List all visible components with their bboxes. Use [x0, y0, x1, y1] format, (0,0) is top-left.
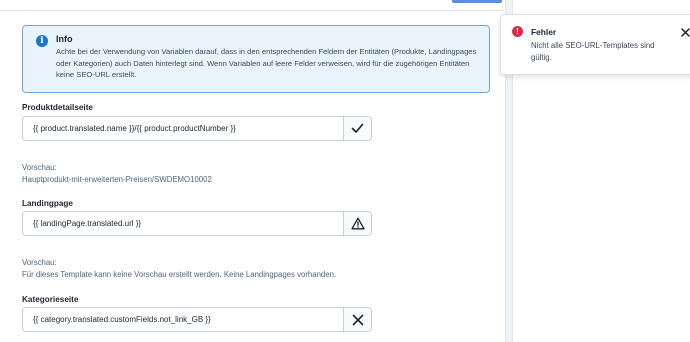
- warning-status-indicator: [343, 212, 371, 235]
- landingpage-template-input[interactable]: {{ landingPage.translated.url }}: [23, 212, 343, 235]
- info-alert: i Info Achte bei der Verwendung von Vari…: [22, 25, 490, 93]
- preview-label-product-detail: Vorschau:: [22, 163, 57, 172]
- info-alert-text: Achte bei der Verwendung von Variablen d…: [56, 47, 477, 79]
- valid-status-indicator: [343, 117, 371, 140]
- notification-message: Nicht alle SEO-URL-Templates sind gültig…: [531, 41, 655, 62]
- active-tab-indicator: [452, 0, 502, 3]
- info-circle-icon: i: [36, 35, 48, 47]
- warning-icon: [350, 217, 365, 230]
- category-template-field[interactable]: {{ category.translated.customFields.not_…: [22, 307, 372, 332]
- error-status-indicator: [343, 308, 371, 331]
- field-label-landingpage: Landingpage: [22, 199, 73, 208]
- seo-url-template-card: i Info Achte bei der Verwendung von Vari…: [0, 0, 506, 342]
- error-circle-icon: !: [512, 26, 523, 37]
- product-detail-template-field[interactable]: {{ product.translated.name }}/{{ product…: [22, 116, 372, 141]
- error-x-icon: [352, 314, 363, 325]
- product-detail-template-input[interactable]: {{ product.translated.name }}/{{ product…: [23, 117, 343, 140]
- info-alert-title: Info: [56, 34, 73, 44]
- field-label-product-detail: Produktdetailseite: [22, 103, 93, 112]
- preview-value-product-detail: Hauptprodukt-mit-erweiterten-Preisen/SWD…: [22, 175, 212, 184]
- preview-label-landingpage: Vorschau:: [22, 258, 57, 267]
- close-notification-button[interactable]: [679, 26, 690, 38]
- close-icon[interactable]: [680, 27, 690, 37]
- checkmark-icon: [351, 123, 364, 133]
- error-notification: ! Fehler Nicht alle SEO-URL-Templates si…: [500, 14, 690, 75]
- preview-value-landingpage: Für dieses Template kann keine Vorschau …: [22, 270, 337, 279]
- landingpage-template-field[interactable]: {{ landingPage.translated.url }}: [22, 211, 372, 236]
- category-template-input[interactable]: {{ category.translated.customFields.not_…: [23, 308, 343, 331]
- notification-title: Fehler: [531, 27, 557, 37]
- field-label-category: Kategorieseite: [22, 295, 79, 304]
- top-divider: [0, 10, 506, 11]
